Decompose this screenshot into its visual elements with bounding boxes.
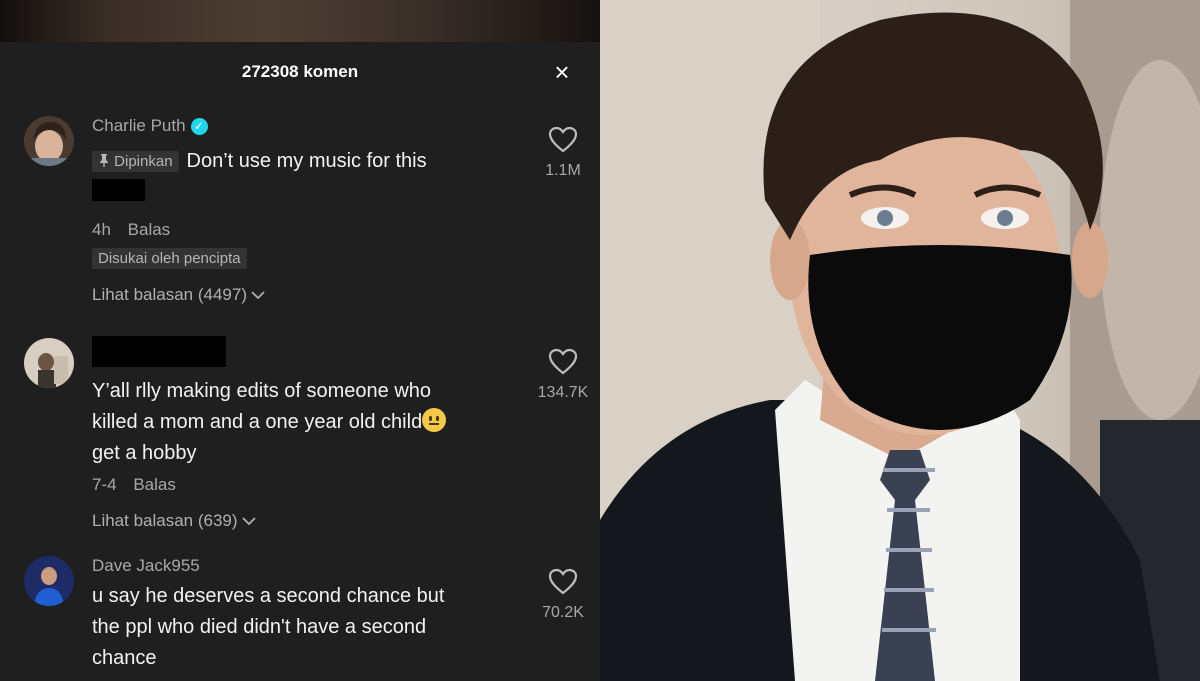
avatar[interactable]	[24, 116, 74, 166]
pin-icon	[98, 153, 114, 170]
like-count: 1.1M	[545, 162, 581, 179]
reply-button[interactable]: Balas	[128, 220, 171, 239]
like-count: 134.7K	[537, 384, 589, 401]
heart-icon[interactable]	[548, 126, 578, 157]
username-text[interactable]: Charlie Puth	[92, 116, 186, 136]
like-button[interactable]: 70.2K	[528, 568, 598, 622]
masked-man-illustration	[600, 0, 1200, 681]
comment-text-line: Y’all rlly making edits of someone who	[92, 380, 432, 402]
comment-text: Don’t use my music for this	[186, 150, 427, 172]
view-replies-label[interactable]: Lihat balasan (639)	[92, 511, 238, 531]
pinned-badge: Dipinkan	[92, 151, 179, 172]
view-replies-button[interactable]: Lihat balasan (4497)	[92, 285, 265, 305]
view-replies-label[interactable]: Lihat balasan (4497)	[92, 285, 247, 305]
chevron-down-icon[interactable]	[241, 511, 256, 531]
comment-time: 4h	[92, 220, 111, 239]
close-icon[interactable]: ×	[548, 58, 576, 86]
chevron-down-icon[interactable]	[251, 285, 265, 305]
comment-text-line: the ppl who died didn't have a second	[92, 616, 427, 638]
verified-badge-icon: ✓	[190, 117, 208, 135]
avatar[interactable]	[24, 338, 74, 388]
comment-text-line: chance	[92, 647, 157, 669]
like-count: 70.2K	[542, 604, 584, 621]
comment-text-line: killed a mom and a one year old child	[92, 407, 512, 438]
comment-text: Y’all rlly making edits of someone who k…	[92, 376, 512, 469]
creator-liked-badge: Disukai oleh pencipta	[92, 248, 247, 269]
tiktok-comment-panel: 272308 komen × Charlie Puth ✓ Dipinkan D…	[0, 0, 600, 681]
like-button[interactable]: 134.7K	[528, 348, 598, 402]
heart-icon[interactable]	[548, 348, 578, 379]
heart-icon[interactable]	[548, 568, 578, 599]
comment-username[interactable]	[92, 336, 512, 372]
comment-count-title: 272308 komen	[241, 62, 359, 81]
view-replies-button[interactable]: Lihat balasan (639)	[92, 511, 256, 531]
reply-button[interactable]: Balas	[133, 475, 176, 494]
username-text[interactable]: Dave Jack955	[92, 556, 200, 576]
comment-username[interactable]: Dave Jack955	[92, 556, 512, 576]
neutral-face-emoji-icon	[422, 408, 447, 432]
redacted-username	[92, 336, 226, 367]
comment-text-line: get a hobby	[92, 442, 197, 464]
pinned-label: Dipinkan	[114, 153, 173, 170]
comment-text-fragment: killed a mom and a one year old child	[92, 411, 423, 433]
comment-time: 7-4	[92, 475, 117, 494]
redacted-block	[92, 179, 145, 201]
comment-username[interactable]: Charlie Puth ✓	[92, 116, 512, 136]
comment-text: u say he deserves a second chance but th…	[92, 581, 512, 674]
comment-sheet: 272308 komen × Charlie Puth ✓ Dipinkan D…	[0, 42, 600, 681]
avatar[interactable]	[24, 556, 74, 606]
photo-masked-man	[600, 0, 1200, 681]
comment-text-line: u say he deserves a second chance but	[92, 585, 445, 607]
video-preview-strip	[0, 0, 600, 42]
like-button[interactable]: 1.1M	[528, 126, 598, 180]
